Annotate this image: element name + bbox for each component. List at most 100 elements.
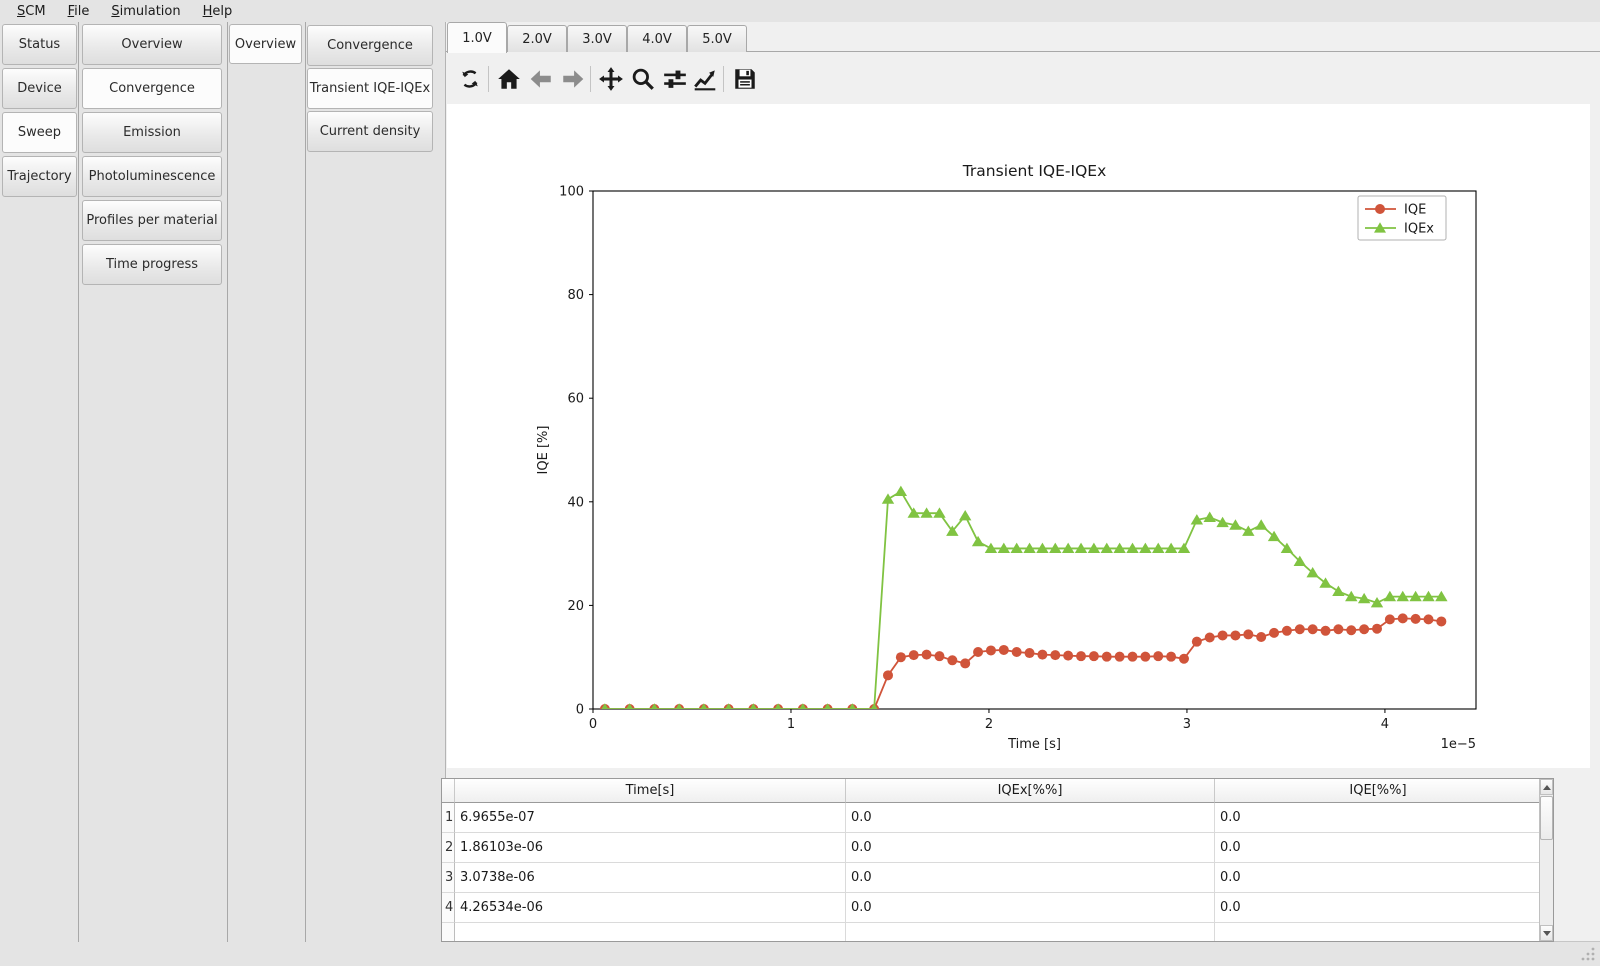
nav-separator-3	[305, 22, 306, 942]
svg-text:Time [s]: Time [s]	[1007, 737, 1061, 752]
scrollbar-thumb[interactable]	[1540, 796, 1553, 840]
table-header-rownum	[442, 779, 455, 803]
svg-text:IQE: IQE	[1404, 203, 1426, 218]
svg-text:0: 0	[589, 717, 597, 732]
tab-5-0v-label: 5.0V	[702, 32, 732, 47]
tab-1-0v[interactable]: 1.0V	[447, 22, 507, 53]
voltage-tabbar: 1.0V 2.0V 3.0V 4.0V 5.0V	[446, 22, 1600, 52]
table-row-5-iqex[interactable]	[846, 923, 1215, 941]
scroll-down-button[interactable]	[1540, 925, 1553, 941]
back-arrow-icon	[528, 66, 554, 92]
subplots-button[interactable]	[660, 62, 690, 96]
home-icon	[496, 66, 522, 92]
save-icon	[732, 66, 758, 92]
table-row-2-iqe[interactable]: 0.0	[1215, 833, 1541, 863]
nav-tab-trajectory-label: Trajectory	[7, 169, 71, 184]
nav-tab-time-progress[interactable]: Time progress	[82, 244, 222, 285]
nav-separator-2	[227, 22, 228, 942]
scroll-up-button[interactable]	[1540, 779, 1553, 795]
nav-tab-convergence[interactable]: Convergence	[82, 68, 222, 109]
table-row-1-iqe[interactable]: 0.0	[1215, 803, 1541, 833]
forward-button[interactable]	[558, 62, 588, 96]
nav-tab-photoluminescence[interactable]: Photoluminescence	[82, 156, 222, 197]
svg-text:60: 60	[567, 392, 584, 407]
chart-figure[interactable]: 01234020406080100Transient IQE-IQExTime …	[447, 104, 1590, 768]
svg-text:IQE [%]: IQE [%]	[536, 426, 551, 475]
tab-2-0v[interactable]: 2.0V	[507, 25, 567, 52]
svg-text:0: 0	[576, 703, 584, 718]
nav-tab-current-density-label: Current density	[320, 124, 421, 139]
table-header-iqe[interactable]: IQE[%%]	[1215, 779, 1541, 803]
back-button[interactable]	[526, 62, 556, 96]
zoom-icon	[630, 66, 656, 92]
nav-tab-trajectory[interactable]: Trajectory	[2, 156, 77, 197]
forward-arrow-icon	[560, 66, 586, 92]
table-row-1-iqex[interactable]: 0.0	[846, 803, 1215, 833]
home-button[interactable]	[494, 62, 524, 96]
svg-text:1e−5: 1e−5	[1441, 737, 1476, 752]
svg-text:IQEx: IQEx	[1404, 222, 1434, 237]
menubar: SCM File Simulation Help	[0, 0, 1600, 22]
table-row-2-time[interactable]: 1.86103e-06	[455, 833, 846, 863]
nav-tab-convergence-label: Convergence	[109, 81, 195, 96]
svg-text:2: 2	[985, 717, 993, 732]
nav-tab-status-label: Status	[19, 37, 60, 52]
table-row-4-num: 4	[442, 893, 455, 923]
nav-tab-overview[interactable]: Overview	[82, 24, 222, 65]
pan-button[interactable]	[596, 62, 626, 96]
menu-item-help[interactable]: Help	[192, 2, 244, 21]
nav-tab-emission[interactable]: Emission	[82, 112, 222, 153]
menu-item-simulation[interactable]: Simulation	[100, 2, 191, 21]
axes-settings-button[interactable]	[690, 62, 720, 96]
pan-icon	[598, 66, 624, 92]
nav-tab-sweep[interactable]: Sweep	[2, 112, 77, 153]
table-header-time[interactable]: Time[s]	[455, 779, 846, 803]
table-row-3-iqex[interactable]: 0.0	[846, 863, 1215, 893]
data-table: Time[s] IQEx[%%] IQE[%%] 1 6.9655e-07 0.…	[441, 778, 1554, 942]
nav-tab-overview-2-label: Overview	[235, 37, 296, 52]
svg-text:100: 100	[559, 185, 584, 200]
table-row-2-num: 2	[442, 833, 455, 863]
tab-4-0v[interactable]: 4.0V	[627, 25, 687, 52]
table-row-2-iqex[interactable]: 0.0	[846, 833, 1215, 863]
nav-tab-profiles-per-material-label: Profiles per material	[86, 213, 217, 228]
zoom-button[interactable]	[628, 62, 658, 96]
menu-item-file[interactable]: File	[57, 2, 101, 21]
table-row-3-time[interactable]: 3.0738e-06	[455, 863, 846, 893]
refresh-button[interactable]	[455, 62, 485, 96]
nav-tab-status[interactable]: Status	[2, 24, 77, 65]
nav-tab-device-label: Device	[17, 81, 61, 96]
nav-tab-current-density[interactable]: Current density	[307, 111, 433, 152]
menu-item-file-label: File	[68, 4, 90, 19]
tab-5-0v[interactable]: 5.0V	[687, 25, 747, 52]
sliders-icon	[662, 66, 688, 92]
nav-tab-profiles-per-material[interactable]: Profiles per material	[82, 200, 222, 241]
toolbar-separator-3	[723, 66, 724, 92]
tab-3-0v[interactable]: 3.0V	[567, 25, 627, 52]
menu-item-scm-label: SCM	[17, 4, 46, 19]
nav-tab-convergence-2[interactable]: Convergence	[307, 25, 433, 66]
table-row-5-time[interactable]	[455, 923, 846, 941]
menu-item-help-label: Help	[203, 4, 233, 19]
nav-tab-overview-2[interactable]: Overview	[229, 24, 302, 64]
table-row-3-num: 3	[442, 863, 455, 893]
table-row-1-num: 1	[442, 803, 455, 833]
menu-item-scm[interactable]: SCM	[6, 2, 57, 21]
resize-grip[interactable]	[1580, 946, 1596, 962]
nav-tab-sweep-label: Sweep	[18, 125, 61, 140]
table-header-iqex[interactable]: IQEx[%%]	[846, 779, 1215, 803]
table-row-4-iqe[interactable]: 0.0	[1215, 893, 1541, 923]
nav-tab-device[interactable]: Device	[2, 68, 77, 109]
vertical-scrollbar[interactable]	[1539, 779, 1553, 941]
save-button[interactable]	[730, 62, 760, 96]
table-row-3-iqe[interactable]: 0.0	[1215, 863, 1541, 893]
table-row-4-iqex[interactable]: 0.0	[846, 893, 1215, 923]
table-row-4-time[interactable]: 4.26534e-06	[455, 893, 846, 923]
table-row-1-time[interactable]: 6.9655e-07	[455, 803, 846, 833]
scroll-down-icon	[1543, 931, 1551, 936]
nav-tab-transient-iqe-iqex[interactable]: Transient IQE-IQEx	[307, 68, 433, 109]
nav-tab-convergence-2-label: Convergence	[327, 38, 413, 53]
menu-item-simulation-label: Simulation	[111, 4, 180, 19]
table-row-5-iqe[interactable]	[1215, 923, 1541, 941]
toolbar-separator-2	[590, 66, 591, 92]
